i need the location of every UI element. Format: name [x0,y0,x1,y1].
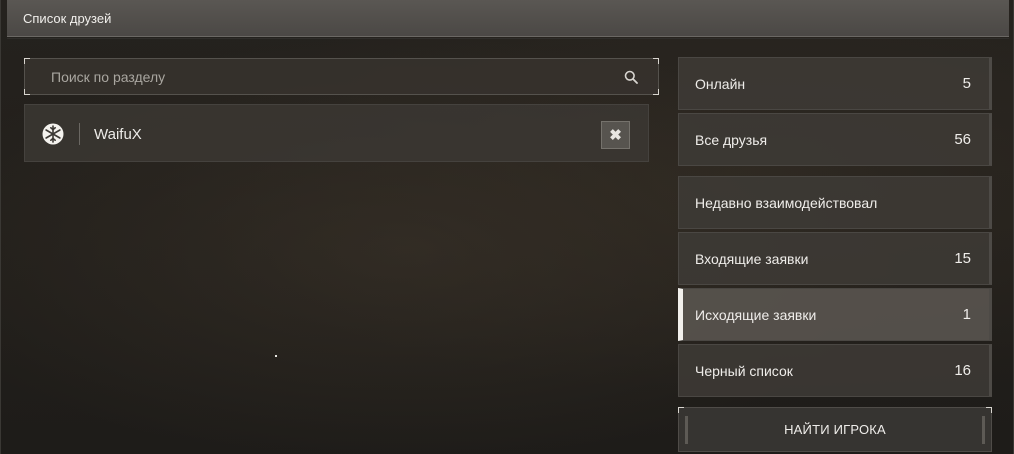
category-label: Все друзья [695,131,768,148]
category-incoming-requests[interactable]: Входящие заявки 15 [678,232,992,285]
category-count: 5 [962,75,971,92]
category-all-friends[interactable]: Все друзья 56 [678,113,992,166]
category-label: Исходящие заявки [695,306,817,323]
corner-decoration [24,58,30,64]
cursor-dot [275,355,277,357]
find-player-label: НАЙТИ ИГРОКА [784,422,886,437]
friend-name: WaifuX [94,126,142,143]
button-side-accent [685,416,688,444]
search-input[interactable] [51,68,611,85]
category-count: 1 [962,306,971,323]
category-online[interactable]: Онлайн 5 [678,57,992,110]
button-side-accent [982,416,985,444]
category-recent[interactable]: Недавно взаимодействовал [678,176,992,229]
category-outgoing-requests[interactable]: Исходящие заявки 1 [678,288,992,341]
corner-decoration [986,407,992,413]
titlebar-divider [7,38,1009,39]
category-count: 16 [954,362,971,379]
search-icon[interactable] [624,70,638,84]
corner-decoration [653,89,659,95]
friend-list-item[interactable]: WaifuX ✖ [24,104,649,162]
window-title: Список друзей [23,10,112,26]
corner-decoration [653,58,659,64]
friends-window: Список друзей WaifuX [0,0,1014,454]
snowflake-icon [42,123,64,145]
category-count: 15 [954,250,971,267]
close-icon: ✖ [609,127,622,144]
category-label: Черный список [695,362,793,379]
corner-decoration [678,407,684,413]
category-count: 56 [954,131,971,148]
find-player-button[interactable]: НАЙТИ ИГРОКА [678,407,992,452]
row-divider [79,123,80,145]
category-label: Недавно взаимодействовал [695,194,878,211]
search-box[interactable] [24,58,659,95]
remove-friend-button[interactable]: ✖ [601,121,630,149]
category-label: Входящие заявки [695,250,809,267]
corner-decoration [24,89,30,95]
category-label: Онлайн [695,75,746,92]
window-titlebar: Список друзей [7,0,1009,37]
category-blacklist[interactable]: Черный список 16 [678,344,992,397]
